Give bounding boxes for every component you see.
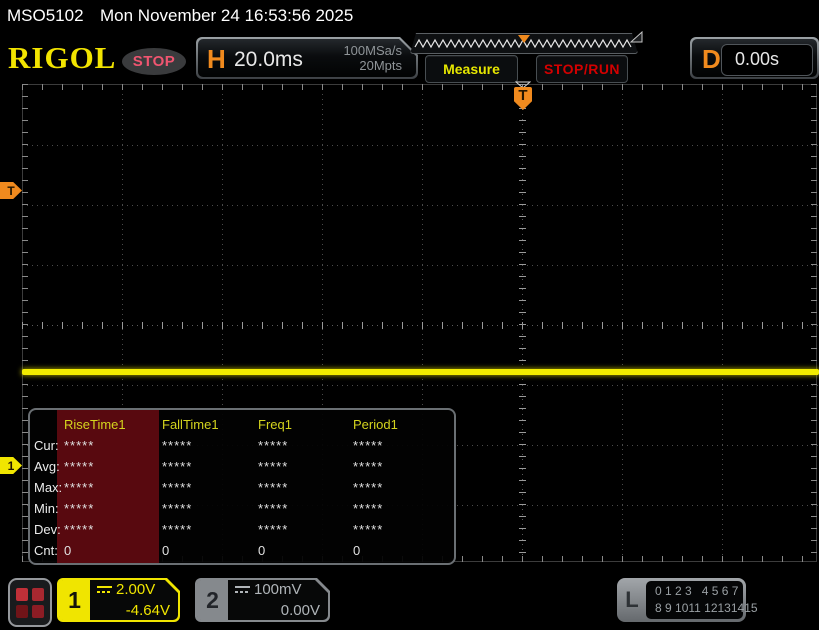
measurement-value: ***** — [258, 477, 353, 498]
waveform-overview-bar[interactable] — [410, 33, 638, 54]
menu-grid-square-icon — [16, 605, 28, 618]
datetime-text: Mon November 24 16:53:56 2025 — [100, 6, 353, 26]
measurement-value: ***** — [258, 456, 353, 477]
channel1-scale: 2.00V — [116, 581, 155, 598]
measurement-column-header: Period1 — [353, 414, 449, 435]
horizontal-timebase-box[interactable]: H 20.0ms 100MSa/s 20Mpts — [196, 37, 418, 79]
oscilloscope-screen: MSO5102 Mon November 24 16:53:56 2025 RI… — [0, 0, 819, 630]
rigol-logo: RIGOL — [8, 41, 116, 75]
menu-grid-square-icon — [16, 588, 28, 601]
title-bar: MSO5102 Mon November 24 16:53:56 2025 — [0, 0, 819, 30]
trigger-position-marker[interactable]: T — [514, 87, 532, 110]
measurement-value: 0 — [64, 540, 162, 561]
measurement-value: ***** — [64, 519, 162, 540]
measurement-column-header: Freq1 — [258, 414, 353, 435]
measure-button[interactable]: Measure — [425, 55, 518, 83]
measurement-value: ***** — [353, 435, 449, 456]
timebase-value: 20.0ms — [234, 48, 303, 72]
grid-line — [22, 205, 819, 206]
logic-channels-row2: 8 9 1011 12131415 — [655, 600, 743, 617]
menu-grid-square-icon — [32, 588, 44, 601]
measurement-value: ***** — [162, 477, 258, 498]
measurement-value: 0 — [162, 540, 258, 561]
channel1-ground-marker[interactable]: 1 — [0, 457, 22, 474]
measurement-value: ***** — [162, 498, 258, 519]
measurement-value: ***** — [353, 477, 449, 498]
model-name: MSO5102 — [7, 6, 84, 26]
channel2-scale: 100mV — [254, 581, 302, 598]
measurement-value: 0 — [353, 540, 449, 561]
measurement-value: ***** — [64, 498, 162, 519]
grid-line — [22, 265, 819, 266]
sample-rate-memory-depth: 100MSa/s 20Mpts — [343, 43, 402, 73]
horizontal-timebase-inner: H 20.0ms 100MSa/s 20Mpts — [198, 39, 416, 77]
measurement-value: ***** — [162, 519, 258, 540]
measurement-value: ***** — [353, 456, 449, 477]
measurement-value: ***** — [64, 435, 162, 456]
measurement-row-label: Cnt: — [34, 540, 64, 561]
overview-trigger-position-icon[interactable] — [518, 35, 530, 43]
measurement-row-label: Max: — [34, 477, 64, 498]
measurement-row-label: Dev: — [34, 519, 64, 540]
channel2-status-box[interactable]: 2 100mV 0.00V — [195, 578, 330, 622]
measurement-value: ***** — [162, 456, 258, 477]
measurement-column-header: FallTime1 — [162, 414, 258, 435]
measurement-value: ***** — [353, 498, 449, 519]
delay-label: D — [702, 44, 721, 75]
channel1-scale-line: 2.00V — [97, 581, 155, 598]
logic-analyzer-status-box[interactable]: L 0 1 2 3 4 5 6 7 8 9 1011 12131415 — [617, 578, 746, 622]
channel1-waveform-trace — [22, 369, 819, 375]
delay-box[interactable]: D 0.00s — [690, 37, 819, 79]
memory-depth: 20Mpts — [359, 58, 402, 73]
logic-channels: 0 1 2 3 4 5 6 7 8 9 1011 12131415 — [646, 581, 743, 619]
delay-value: 0.00s — [735, 49, 779, 70]
measurement-grid: RiseTime1 FallTime1 Freq1 Period1 Cur: *… — [34, 414, 449, 561]
measurement-row-label: Min: — [34, 498, 64, 519]
measurement-value: ***** — [258, 435, 353, 456]
trigger-level-marker[interactable]: T — [0, 182, 22, 199]
menu-grid-square-icon — [32, 605, 44, 618]
measurement-value: ***** — [258, 498, 353, 519]
trigger-line-ticks — [519, 84, 526, 562]
measurement-value: ***** — [64, 456, 162, 477]
channel1-status-box[interactable]: 1 2.00V -4.64V — [57, 578, 180, 622]
delay-value-field: 0.00s — [721, 44, 813, 76]
channel2-offset: 0.00V — [281, 602, 320, 619]
logic-channels-row1: 0 1 2 3 4 5 6 7 — [655, 583, 743, 600]
measurement-column-header: RiseTime1 — [64, 414, 162, 435]
sample-rate: 100MSa/s — [343, 43, 402, 58]
grid-line — [22, 385, 819, 386]
delay-box-inner: D 0.00s — [692, 39, 817, 77]
dc-coupling-icon — [235, 585, 250, 594]
measurement-panel: RiseTime1 FallTime1 Freq1 Period1 Cur: *… — [28, 408, 456, 565]
measurement-value: ***** — [64, 477, 162, 498]
channel1-offset: -4.64V — [126, 602, 170, 619]
grid-line — [22, 145, 819, 146]
measurement-value: ***** — [353, 519, 449, 540]
corner-notch-icon — [630, 31, 643, 43]
measurement-value: ***** — [258, 519, 353, 540]
stop-run-button[interactable]: STOP/RUN — [536, 55, 628, 83]
top-edge-ticks — [22, 84, 819, 90]
dc-coupling-icon — [97, 585, 112, 594]
channel2-scale-line: 100mV — [235, 581, 302, 598]
measurement-row-label: Avg: — [34, 456, 64, 477]
horizontal-label: H — [207, 44, 226, 75]
acquisition-status-badge: STOP — [122, 48, 186, 75]
channel1-number-tab[interactable]: 1 — [59, 580, 90, 620]
measurement-row-label: Cur: — [34, 435, 64, 456]
measurement-value: ***** — [162, 435, 258, 456]
measurement-value: 0 — [258, 540, 353, 561]
menu-grid-button[interactable] — [8, 578, 52, 627]
measurement-corner-cell — [34, 414, 64, 435]
channel2-number-tab[interactable]: 2 — [197, 580, 228, 620]
logic-label: L — [617, 578, 647, 622]
center-axis-ticks — [22, 322, 819, 329]
